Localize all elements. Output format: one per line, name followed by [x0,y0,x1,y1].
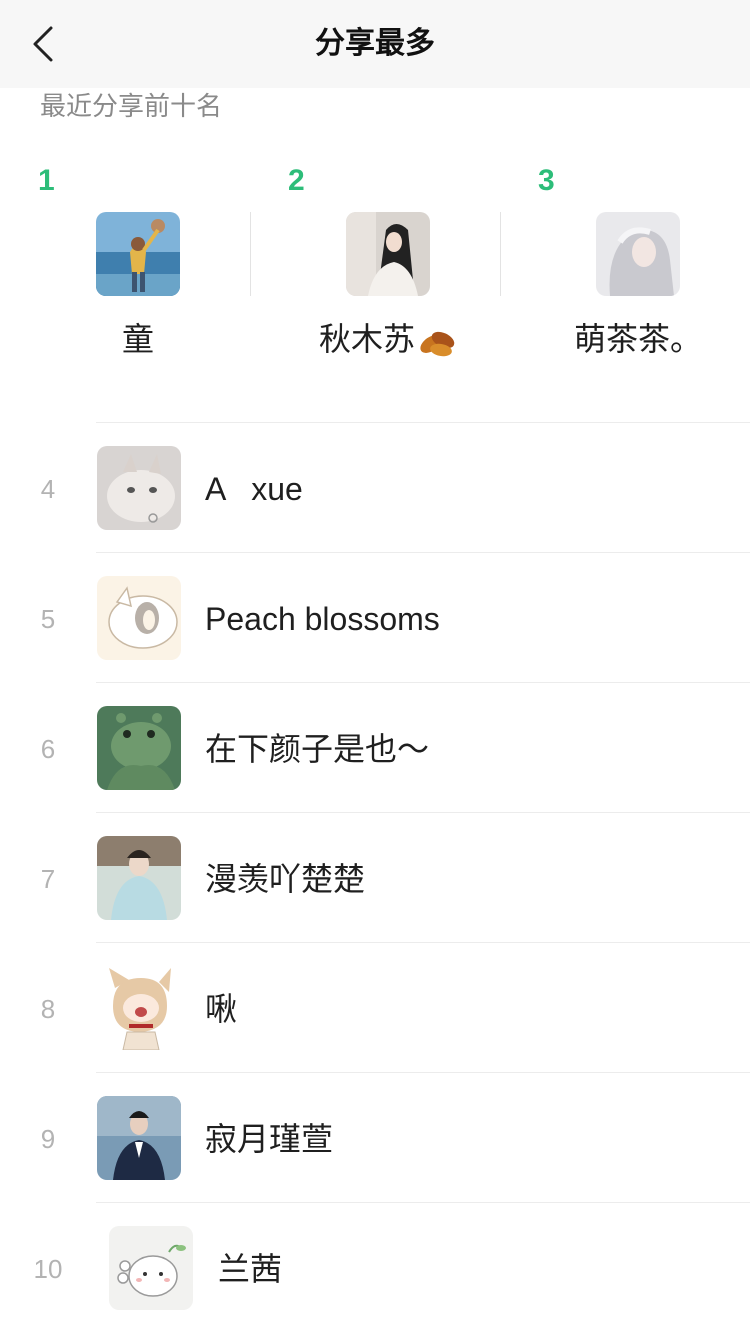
rank-number: 3 [538,164,555,197]
user-name: A xue [205,471,303,507]
top-user-1[interactable]: 1 童 [0,150,250,400]
rank-number: 6 [40,734,56,764]
avatar [97,706,181,790]
avatar [97,446,181,530]
top-three: 1 童 2 秋木苏 3 萌茶茶。 [0,150,750,400]
rank-number: 5 [40,604,56,634]
rank-number: 1 [38,164,55,197]
avatar [96,212,180,296]
rank-number: 8 [40,994,56,1024]
leaf-icon [417,324,457,360]
user-name: 秋木苏 [250,314,526,360]
divider [96,422,750,423]
list-item[interactable]: 6 在下颜子是也～ [0,682,750,812]
top-user-3[interactable]: 3 萌茶茶。 [500,150,750,400]
user-name: 在下颜子是也～ [205,731,430,767]
list-item[interactable]: 8 啾 [0,942,750,1072]
user-name: 漫羡吖楚楚 [205,861,366,897]
rank-number: 7 [40,864,56,894]
avatar [97,836,181,920]
divider [96,812,750,813]
rank-number: 4 [40,474,56,504]
ranking-list: 4 A xue 5 Peach blossoms 6 在下颜子是也～ 7 漫羡吖… [0,422,750,1332]
avatar [97,576,181,660]
rank-number: 10 [33,1254,63,1284]
avatar [97,1096,181,1180]
user-name: 寂月瑾萱 [205,1121,334,1157]
avatar [346,212,430,296]
avatar [109,1226,193,1310]
divider [96,1202,750,1203]
user-name: Peach blossoms [205,601,440,637]
user-name: 兰茜 [218,1251,283,1287]
avatar [97,966,181,1050]
list-item[interactable]: 9 寂月瑾萱 [0,1072,750,1202]
page-title: 分享最多 [315,27,435,60]
list-item[interactable]: 4 A xue [0,422,750,552]
section-subtitle: 最近分享前十名 [40,91,223,121]
divider [96,942,750,943]
list-item[interactable]: 10 兰茜 [0,1202,750,1332]
avatar [596,212,680,296]
user-name: 童 [121,321,154,357]
nav-bar: 分享最多 [0,0,750,88]
rank-number: 9 [40,1124,56,1154]
user-name-text: 秋木苏 [318,321,415,357]
top-user-2[interactable]: 2 秋木苏 [250,150,500,400]
rank-number: 2 [288,164,305,197]
chevron-left-icon [29,24,55,64]
user-name: 萌茶茶。 [573,321,702,357]
back-button[interactable] [18,20,66,68]
list-item[interactable]: 5 Peach blossoms [0,552,750,682]
list-item[interactable]: 7 漫羡吖楚楚 [0,812,750,942]
divider [96,1072,750,1073]
user-name: 啾 [205,991,238,1027]
